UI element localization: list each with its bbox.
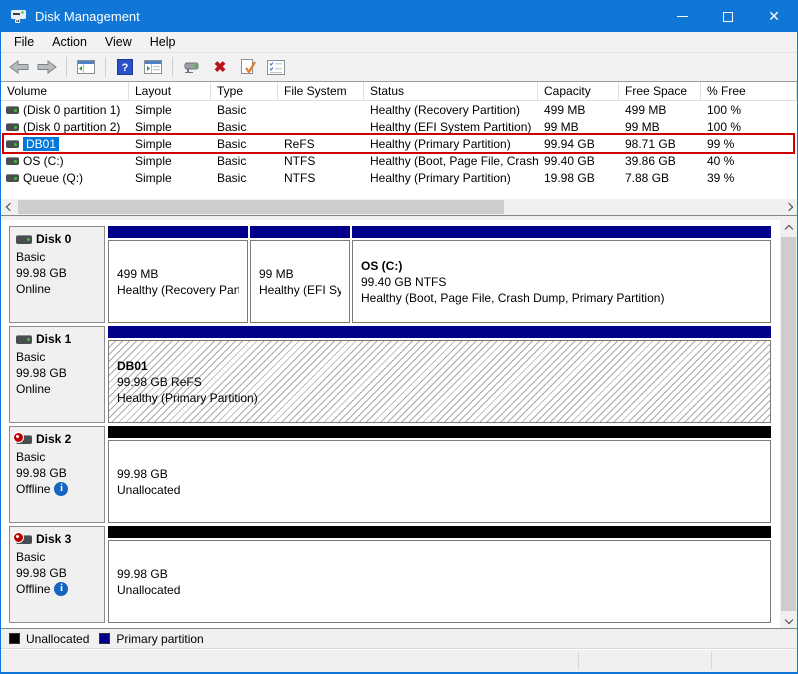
status-bar-divider [711,652,712,670]
disk-icon [16,335,32,344]
toolbar: ? ✖ [1,53,797,82]
col-file-system[interactable]: File System [278,82,364,100]
horizontal-scrollbar[interactable] [1,199,797,215]
disk1-header[interactable]: Disk 1 Basic 99.98 GB Online [9,326,105,423]
legend-unallocated: Unallocated [9,632,89,646]
help-icon[interactable]: ? [113,55,137,79]
partition-color-bar [108,226,248,238]
unallocated-swatch [9,633,20,644]
volume-icon [6,140,19,148]
disk-management-app-icon [10,9,27,24]
info-icon[interactable]: i [54,582,68,596]
toolbar-separator [172,57,173,77]
partition-os-c[interactable]: OS (C:) 99.40 GB NTFS Healthy (Boot, Pag… [352,226,771,323]
partition-efi[interactable]: 99 MB Healthy (EFI System Pa [250,226,350,323]
partition-color-bar [108,326,771,338]
toolbar-separator [66,57,67,77]
horizontal-scrollbar-thumb[interactable] [18,200,504,214]
col-capacity[interactable]: Capacity [538,82,619,100]
disk-offline-icon [16,435,32,444]
forward-icon[interactable] [35,55,59,79]
volume-icon [6,157,19,165]
disk-graphics-pane: Disk 0 Basic 99.98 GB Online 499 MB Heal… [1,220,797,629]
status-bar-divider [578,652,579,670]
scroll-right-icon[interactable] [780,199,797,215]
scroll-up-icon[interactable] [780,220,797,237]
legend-bar: Unallocated Primary partition [1,629,797,649]
table-row[interactable]: (Disk 0 partition 1) Simple Basic Health… [1,101,797,118]
close-button[interactable]: ✕ [751,1,797,32]
partition-recovery[interactable]: 499 MB Healthy (Recovery Partition) [108,226,248,323]
mark-partition-active-icon[interactable] [236,55,260,79]
col-type[interactable]: Type [211,82,278,100]
volume-icon [6,106,19,114]
scroll-down-icon[interactable] [780,611,797,628]
disk-row: Disk 2 Basic 99.98 GB Offlinei 99.98 GB … [9,426,771,523]
show-action-pane-icon[interactable] [141,55,165,79]
vertical-scrollbar-thumb[interactable] [781,237,796,611]
properties-icon[interactable] [264,55,288,79]
table-row[interactable]: OS (C:) Simple Basic NTFS Healthy (Boot,… [1,152,797,169]
col-status[interactable]: Status [364,82,538,100]
disk-view-icon[interactable] [180,55,204,79]
svg-text:?: ? [122,62,129,74]
table-row[interactable]: (Disk 0 partition 2) Simple Basic Health… [1,118,797,135]
scroll-left-icon[interactable] [1,199,18,215]
menu-action[interactable]: Action [43,32,96,52]
unallocated-space[interactable]: 99.98 GB Unallocated [108,526,771,623]
unallocated-space[interactable]: 99.98 GB Unallocated [108,426,771,523]
volume-icon [6,174,19,182]
disk-icon [16,235,32,244]
partition-db01-selected[interactable]: DB01 99.98 GB ReFS Healthy (Primary Part… [108,326,771,423]
menu-help[interactable]: Help [141,32,185,52]
delete-volume-icon[interactable]: ✖ [208,55,232,79]
primary-partition-swatch [99,633,110,644]
menu-view[interactable]: View [96,32,141,52]
col-free-space[interactable]: Free Space [619,82,701,100]
selected-volume-name: DB01 [23,137,59,151]
volume-icon [6,123,19,131]
show-console-tree-icon[interactable] [74,55,98,79]
partition-color-bar [352,226,771,238]
disk0-header[interactable]: Disk 0 Basic 99.98 GB Online [9,226,105,323]
disk-row: Disk 0 Basic 99.98 GB Online 499 MB Heal… [9,226,771,323]
unallocated-color-bar [108,526,771,538]
col-volume[interactable]: Volume [1,82,129,100]
status-bar [1,649,797,672]
window-title: Disk Management [35,9,140,24]
partition-color-bar [250,226,350,238]
table-header: Volume Layout Type File System Status Ca… [1,82,797,101]
info-icon[interactable]: i [54,482,68,496]
disk-row: Disk 1 Basic 99.98 GB Online DB01 99.98 … [9,326,771,423]
disk-row: Disk 3 Basic 99.98 GB Offlinei 99.98 GB … [9,526,771,623]
disk-offline-icon [16,535,32,544]
toolbar-separator [105,57,106,77]
volume-list-pane: Volume Layout Type File System Status Ca… [1,82,797,216]
minimize-button[interactable] [659,1,705,32]
disk2-header[interactable]: Disk 2 Basic 99.98 GB Offlinei [9,426,105,523]
vertical-scrollbar[interactable] [780,220,797,628]
col-pct-free[interactable]: % Free [701,82,797,100]
menu-bar: File Action View Help [1,32,797,53]
unallocated-color-bar [108,426,771,438]
back-icon[interactable] [7,55,31,79]
legend-primary-partition: Primary partition [99,632,203,646]
menu-file[interactable]: File [5,32,43,52]
table-row[interactable]: Queue (Q:) Simple Basic NTFS Healthy (Pr… [1,169,797,186]
table-row-selected[interactable]: DB01 Simple Basic ReFS Healthy (Primary … [1,135,797,152]
maximize-button[interactable] [705,1,751,32]
disk3-header[interactable]: Disk 3 Basic 99.98 GB Offlinei [9,526,105,623]
col-layout[interactable]: Layout [129,82,211,100]
title-bar: Disk Management ✕ [1,1,797,32]
disk-management-window: Disk Management ✕ File Action View Help [0,0,798,674]
